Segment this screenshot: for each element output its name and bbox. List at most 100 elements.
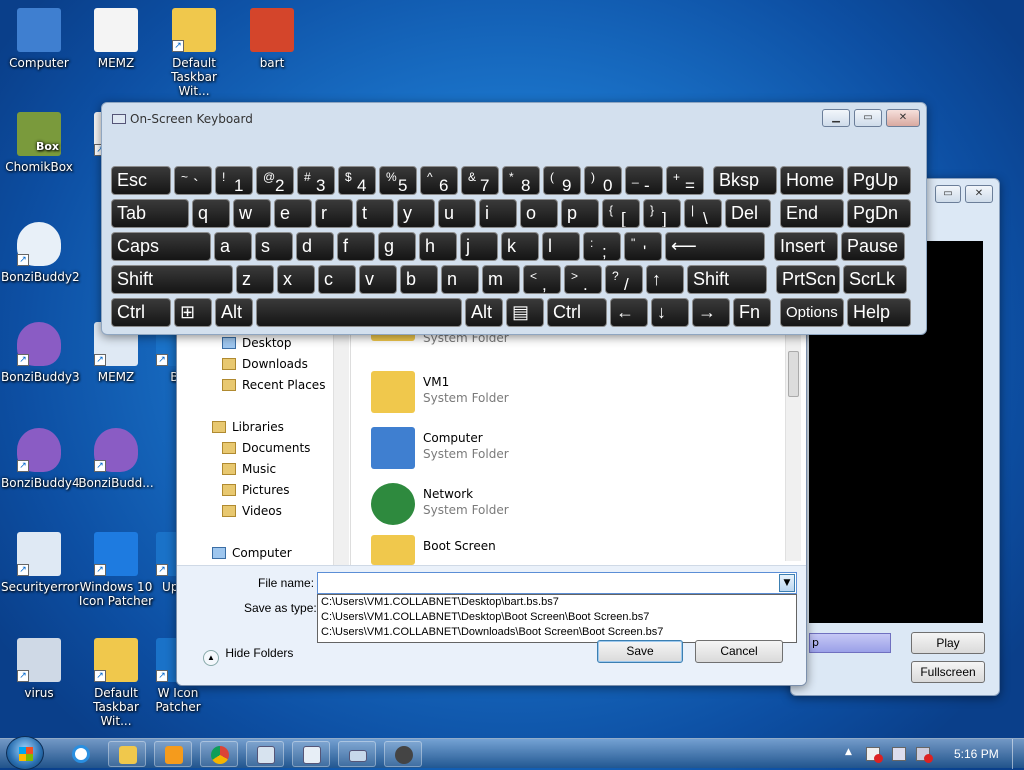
key-space[interactable] (256, 298, 462, 327)
key-l[interactable]: l (542, 232, 580, 261)
nav-item[interactable]: Libraries (212, 420, 284, 434)
key-x[interactable]: x (277, 265, 315, 294)
key--[interactable]: ~ ` (174, 166, 212, 195)
key-pgup[interactable]: PgUp (847, 166, 911, 195)
key-q[interactable]: q (192, 199, 230, 228)
key-a[interactable]: a (214, 232, 252, 261)
key--[interactable]: ? / (605, 265, 643, 294)
key-r[interactable]: r (315, 199, 353, 228)
key-v[interactable]: v (359, 265, 397, 294)
key--3[interactable]: #3 (297, 166, 335, 195)
nav-item[interactable]: Computer (212, 546, 292, 560)
key-caps[interactable]: Caps (111, 232, 211, 261)
key--[interactable]: >. (564, 265, 602, 294)
key-shift[interactable]: Shift (687, 265, 767, 294)
key--[interactable]: ⊞ (174, 298, 212, 327)
tray-volume-icon[interactable] (916, 747, 933, 763)
close-button[interactable]: ✕ (965, 185, 993, 203)
app-taskbar-button[interactable] (246, 741, 284, 767)
desktop-icon[interactable]: ↗ BonziBuddy3 (1, 322, 80, 384)
key--[interactable]: }] (643, 199, 681, 228)
key-g[interactable]: g (378, 232, 416, 261)
desktop-icon[interactable]: bart (234, 8, 310, 70)
nav-item[interactable]: Videos (222, 504, 282, 518)
key-bksp[interactable]: Bksp (713, 166, 777, 195)
restore-button[interactable]: ▭ (935, 185, 961, 203)
key-pause[interactable]: Pause (841, 232, 905, 261)
key-o[interactable]: o (520, 199, 558, 228)
key--[interactable]: ← (610, 298, 648, 327)
key-home[interactable]: Home (780, 166, 844, 195)
key-b[interactable]: b (400, 265, 438, 294)
key--[interactable]: {[ (602, 199, 640, 228)
nav-item[interactable]: Recent Places (222, 378, 325, 392)
key-help[interactable]: Help (847, 298, 911, 327)
key-u[interactable]: u (438, 199, 476, 228)
nav-item[interactable]: Pictures (222, 483, 290, 497)
key--[interactable]: <, (523, 265, 561, 294)
key-j[interactable]: j (460, 232, 498, 261)
chrome-taskbar-button[interactable] (200, 741, 238, 767)
key-scrlk[interactable]: ScrLk (843, 265, 907, 294)
key--[interactable]: → (692, 298, 730, 327)
chevron-down-icon[interactable]: ▼ (779, 574, 795, 592)
key-c[interactable]: c (318, 265, 356, 294)
tray-flag-icon[interactable] (866, 747, 883, 763)
key-options[interactable]: Options (780, 298, 844, 327)
key-shift[interactable]: Shift (111, 265, 233, 294)
key-alt[interactable]: Alt (215, 298, 253, 327)
key--[interactable]: _ - (625, 166, 663, 195)
desktop-icon[interactable]: MEMZ (78, 8, 154, 70)
nav-item[interactable]: Music (222, 462, 276, 476)
nav-item[interactable]: Desktop (222, 336, 292, 350)
media-player-taskbar-button[interactable] (154, 741, 192, 767)
desktop-icon[interactable]: ↗ Securityerror (1, 532, 79, 594)
key-n[interactable]: n (441, 265, 479, 294)
key--[interactable]: :; (583, 232, 621, 261)
key-t[interactable]: t (356, 199, 394, 228)
desktop-icon[interactable]: ↗ BonziBudd... (78, 428, 154, 490)
key-end[interactable]: End (780, 199, 844, 228)
show-hidden-icons[interactable]: ▲ (845, 747, 852, 757)
key-insert[interactable]: Insert (774, 232, 838, 261)
cancel-button[interactable]: Cancel (695, 640, 783, 663)
tray-network-icon[interactable] (892, 747, 906, 761)
key-e[interactable]: e (274, 199, 312, 228)
key-y[interactable]: y (397, 199, 435, 228)
key--0[interactable]: ) 0 (584, 166, 622, 195)
key--[interactable]: " ' (624, 232, 662, 261)
key--[interactable]: ▤ (506, 298, 544, 327)
key-k[interactable]: k (501, 232, 539, 261)
key-alt[interactable]: Alt (465, 298, 503, 327)
fullscreen-button[interactable]: Fullscreen (911, 661, 985, 683)
app-taskbar-button[interactable] (292, 741, 330, 767)
file-name-input[interactable]: ▼ (317, 572, 797, 594)
key-tab[interactable]: Tab (111, 199, 189, 228)
key-i[interactable]: i (479, 199, 517, 228)
key--9[interactable]: (9 (543, 166, 581, 195)
key-p[interactable]: p (561, 199, 599, 228)
autocomplete-item[interactable]: C:\Users\VM1.COLLABNET\Desktop\Boot Scre… (321, 611, 649, 623)
key--[interactable]: ↑ (646, 265, 684, 294)
key-f[interactable]: f (337, 232, 375, 261)
nav-scrollbar[interactable] (333, 331, 349, 567)
save-button[interactable]: Save (597, 640, 683, 663)
key-del[interactable]: Del (725, 199, 771, 228)
key-s[interactable]: s (255, 232, 293, 261)
autocomplete-item[interactable]: C:\Users\VM1.COLLABNET\Downloads\Boot Sc… (321, 626, 663, 638)
play-button[interactable]: Play (911, 632, 985, 654)
key--6[interactable]: ^ 6 (420, 166, 458, 195)
key-w[interactable]: w (233, 199, 271, 228)
osk-taskbar-button[interactable] (338, 741, 376, 767)
start-button[interactable] (6, 736, 44, 770)
explorer-taskbar-button[interactable] (108, 741, 146, 767)
key--8[interactable]: * 8 (502, 166, 540, 195)
key-pgdn[interactable]: PgDn (847, 199, 911, 228)
key-ctrl[interactable]: Ctrl (111, 298, 171, 327)
desktop-icon[interactable]: Box ChomikBox (1, 112, 77, 174)
nav-item[interactable]: Downloads (222, 357, 308, 371)
key-prtscn[interactable]: PrtScn (776, 265, 840, 294)
desktop-icon[interactable]: Computer (1, 8, 77, 70)
internet-explorer-taskbar-button[interactable] (62, 741, 100, 767)
key--[interactable]: ⟵ (665, 232, 765, 261)
